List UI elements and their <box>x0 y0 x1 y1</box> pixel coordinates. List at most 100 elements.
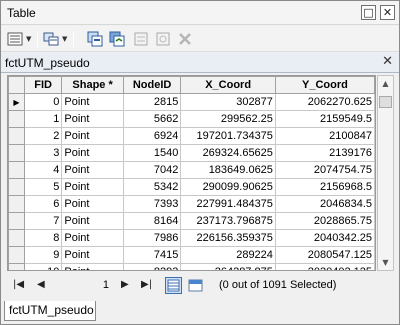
column-header-shape[interactable]: Shape * <box>61 76 124 94</box>
cell-shape[interactable]: Point <box>61 229 124 247</box>
cell-fid[interactable]: 2 <box>23 127 63 145</box>
cell-x-coord[interactable]: 302877 <box>180 93 276 111</box>
cell-nodeid[interactable]: 5342 <box>122 178 182 196</box>
close-table-icon[interactable]: ✕ <box>382 54 393 69</box>
first-record-icon[interactable]: |◀ <box>13 279 24 290</box>
minimize-button[interactable]: □ <box>361 5 376 20</box>
previous-record-icon[interactable]: ◀ <box>37 279 45 290</box>
cell-y-coord[interactable]: 2028865.75 <box>274 212 375 230</box>
cell-shape[interactable]: Point <box>61 127 124 145</box>
cell-y-coord[interactable]: 2139176 <box>274 144 375 162</box>
related-tables-icon[interactable] <box>43 31 59 47</box>
cell-nodeid[interactable]: 7986 <box>122 229 182 247</box>
row-selector[interactable] <box>8 229 25 247</box>
cell-y-coord[interactable]: 2074754.75 <box>274 161 375 179</box>
cell-y-coord[interactable]: 2159549.5 <box>274 110 375 128</box>
switch-selection-icon[interactable] <box>109 31 125 47</box>
cell-x-coord[interactable]: 289224 <box>180 246 276 264</box>
show-selected-records-icon[interactable] <box>187 277 204 294</box>
column-header-x-coord[interactable]: X_Coord <box>180 76 276 94</box>
scroll-thumb[interactable] <box>379 96 392 108</box>
table-row[interactable]: 10Point8293264287.8752020402.125 <box>8 263 375 270</box>
cell-fid[interactable]: 0 <box>23 93 63 111</box>
vertical-scrollbar[interactable]: ▲ ▼ <box>377 75 394 271</box>
cell-x-coord[interactable]: 227991.484375 <box>180 195 276 213</box>
cell-fid[interactable]: 9 <box>23 246 63 264</box>
related-tables-dropdown-icon[interactable]: ▼ <box>62 35 67 43</box>
cell-nodeid[interactable]: 7393 <box>122 195 182 213</box>
cell-shape[interactable]: Point <box>61 212 124 230</box>
cell-shape[interactable]: Point <box>61 195 124 213</box>
cell-nodeid[interactable]: 8164 <box>122 212 182 230</box>
table-row[interactable]: 6 Point 7393 227991.484375 2046834.5 <box>8 195 375 213</box>
cell-y-coord[interactable]: 2040342.25 <box>274 229 375 247</box>
cell-fid[interactable]: 7 <box>23 212 63 230</box>
last-record-icon[interactable]: ▶| <box>141 279 152 290</box>
cell-fid[interactable]: 5 <box>23 178 63 196</box>
clear-selection-icon[interactable] <box>133 31 149 47</box>
zoom-to-selected-icon[interactable] <box>155 31 171 47</box>
cell-nodeid[interactable]: 6924 <box>122 127 182 145</box>
column-header-y-coord[interactable]: Y_Coord <box>274 76 375 94</box>
row-selector[interactable] <box>8 246 25 264</box>
cell-y-coord[interactable]: 2062270.625 <box>274 93 375 111</box>
cell-nodeid[interactable]: 1540 <box>122 144 182 162</box>
show-all-records-icon[interactable] <box>165 277 182 294</box>
cell-fid[interactable]: 8 <box>23 229 63 247</box>
row-pointer-icon[interactable]: ▶ <box>8 93 25 111</box>
cell-y-coord[interactable]: 2156968.5 <box>274 178 375 196</box>
delete-selected-icon[interactable] <box>177 31 193 47</box>
cell-fid[interactable]: 4 <box>23 161 63 179</box>
row-selector[interactable] <box>8 212 25 230</box>
table-row[interactable]: 4 Point 7042 183649.0625 2074754.75 <box>8 161 375 179</box>
table-row[interactable]: 8 Point 7986 226156.359375 2040342.25 <box>8 229 375 247</box>
cell-shape[interactable]: Point <box>61 110 124 128</box>
cell-x-coord[interactable]: 237173.796875 <box>180 212 276 230</box>
scroll-up-icon[interactable]: ▲ <box>378 76 393 91</box>
current-record-field[interactable]: 1 <box>57 277 111 295</box>
row-selector[interactable] <box>8 144 25 162</box>
table-row[interactable]: 3 Point 1540 269324.65625 2139176 <box>8 144 375 162</box>
table-options-dropdown-icon[interactable]: ▼ <box>26 35 31 43</box>
table-tab-fctutm-pseudo[interactable]: fctUTM_pseudo <box>4 301 96 321</box>
cell-y-coord[interactable]: 2080547.125 <box>274 246 375 264</box>
row-selector[interactable] <box>8 178 25 196</box>
cell-x-coord[interactable]: 183649.0625 <box>180 161 276 179</box>
row-selector[interactable] <box>8 263 25 270</box>
cell-fid[interactable]: 6 <box>23 195 63 213</box>
cell-fid[interactable]: 1 <box>23 110 63 128</box>
cell-nodeid[interactable]: 8293 <box>122 263 182 270</box>
cell-fid[interactable]: 3 <box>23 144 63 162</box>
column-header-nodeid[interactable]: NodeID <box>122 76 182 94</box>
cell-nodeid[interactable]: 7415 <box>122 246 182 264</box>
table-row[interactable]: 5 Point 5342 290099.90625 2156968.5 <box>8 178 375 196</box>
cell-x-coord[interactable]: 197201.734375 <box>180 127 276 145</box>
table-row[interactable]: 9 Point 7415 289224 2080547.125 <box>8 246 375 264</box>
cell-x-coord[interactable]: 226156.359375 <box>180 229 276 247</box>
cell-shape[interactable]: Point <box>61 263 124 270</box>
row-selector[interactable] <box>8 161 25 179</box>
cell-y-coord[interactable]: 2100847 <box>274 127 375 145</box>
table-options-icon[interactable] <box>7 31 23 47</box>
cell-y-coord[interactable]: 2046834.5 <box>274 195 375 213</box>
select-by-attributes-icon[interactable] <box>87 31 103 47</box>
table-row[interactable]: ▶ 0 Point 2815 302877 2062270.625 <box>8 93 375 111</box>
cell-y-coord[interactable]: 2020402.125 <box>274 263 375 270</box>
cell-nodeid[interactable]: 5662 <box>122 110 182 128</box>
table-row[interactable]: 2 Point 6924 197201.734375 2100847 <box>8 127 375 145</box>
cell-nodeid[interactable]: 2815 <box>122 93 182 111</box>
cell-shape[interactable]: Point <box>61 246 124 264</box>
table-row[interactable]: 7 Point 8164 237173.796875 2028865.75 <box>8 212 375 230</box>
cell-nodeid[interactable]: 7042 <box>122 161 182 179</box>
cell-shape[interactable]: Point <box>61 144 124 162</box>
row-selector[interactable] <box>8 110 25 128</box>
scroll-down-icon[interactable]: ▼ <box>378 255 393 270</box>
cell-shape[interactable]: Point <box>61 178 124 196</box>
close-window-button[interactable]: ✕ <box>380 5 395 20</box>
cell-x-coord[interactable]: 290099.90625 <box>180 178 276 196</box>
cell-fid[interactable]: 10 <box>23 263 63 270</box>
row-selector[interactable] <box>8 195 25 213</box>
cell-x-coord[interactable]: 269324.65625 <box>180 144 276 162</box>
cell-shape[interactable]: Point <box>61 93 124 111</box>
column-header-fid[interactable]: FID <box>23 76 63 94</box>
